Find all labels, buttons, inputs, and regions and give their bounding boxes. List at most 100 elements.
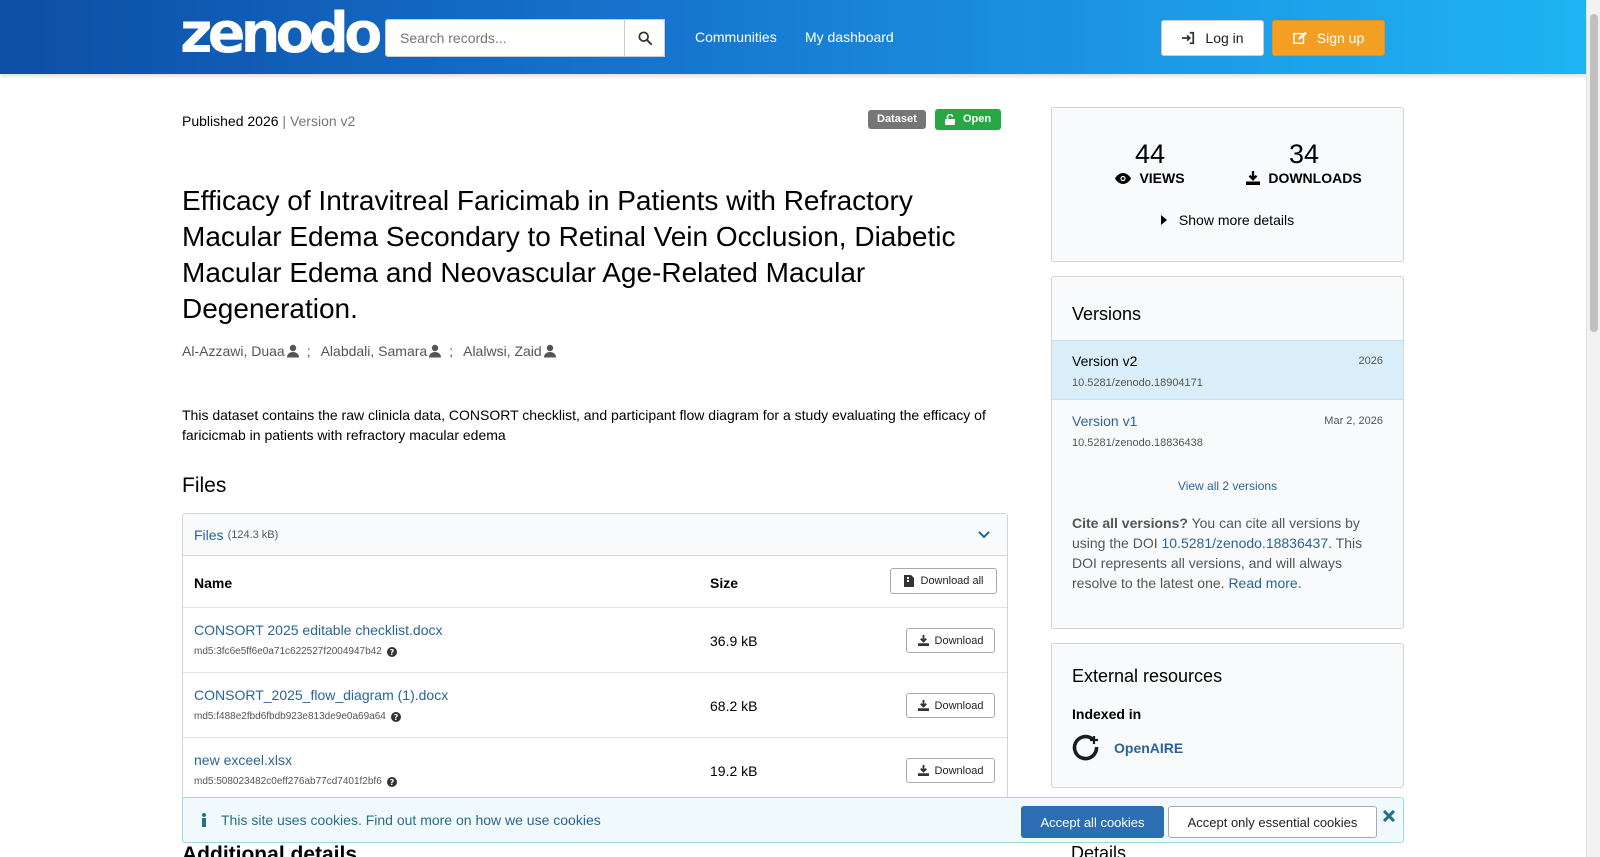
download-button[interactable]: Download (906, 693, 995, 718)
download-icon (917, 635, 929, 646)
stats-card: 44 VIEWS 34 DOWNLOADS Show more details (1051, 107, 1404, 262)
file-link[interactable]: CONSORT 2025 editable checklist.docx (194, 622, 443, 638)
download-button[interactable]: Download (906, 628, 995, 653)
file-size: 19.2 kB (710, 763, 758, 779)
author-separator: ; (449, 343, 454, 359)
external-resources-heading: External resources (1072, 666, 1223, 686)
search-input[interactable] (385, 19, 665, 57)
views-label: VIEWS (1070, 170, 1230, 186)
file-archive-icon (903, 575, 914, 587)
resource-type-badge: Dataset (868, 110, 926, 129)
publication-info: Published 2026 | Version v2 (182, 113, 355, 129)
download-all-button[interactable]: Download all (890, 568, 997, 594)
version-name: Version v2 (1072, 353, 1138, 369)
scrollbar-thumb[interactable] (1590, 14, 1598, 332)
user-icon (543, 344, 556, 358)
checksum-text: md5:3fc6e5ff6e0a71c622527f2004947b42 (194, 646, 382, 657)
downloads-label-text: DOWNLOADS (1268, 170, 1362, 186)
question-circle-icon[interactable]: ? (386, 646, 397, 657)
nav-my-dashboard[interactable]: My dashboard (805, 29, 894, 45)
files-panel-label: Files (194, 526, 224, 543)
files-panel-header[interactable]: Files (124.3 kB) (183, 514, 1007, 556)
view-all-versions-link[interactable]: View all 2 versions (1052, 479, 1403, 493)
author-name: Al-Azzawi, Duaa (182, 343, 285, 359)
indexed-in-label: Indexed in (1072, 706, 1142, 722)
download-icon (917, 700, 929, 711)
chevron-down-icon[interactable] (978, 530, 990, 540)
download-label: Download (934, 634, 984, 647)
nav-communities[interactable]: Communities (695, 29, 777, 45)
record-title: Efficacy of Intravitreal Faricimab in Pa… (182, 185, 956, 324)
info-icon (202, 813, 206, 827)
file-checksum: md5:508023482c0eff276ab77cd7401f2bf6 ? (194, 776, 397, 787)
download-icon (917, 765, 929, 776)
author-item[interactable]: Alabdali, Samara (321, 343, 443, 359)
read-more-link[interactable]: Read more. (1228, 575, 1301, 591)
file-checksum: md5:f488e2fbd6fbdb923e813de9e0a69a64 ? (194, 711, 401, 722)
download-button[interactable]: Download (906, 758, 995, 783)
author-name: Alalwsi, Zaid (463, 343, 542, 359)
page-scrollbar[interactable] (1586, 0, 1600, 857)
files-heading: Files (182, 474, 227, 497)
version-label: | Version v2 (282, 113, 356, 129)
question-circle-icon[interactable]: ? (390, 711, 401, 722)
downloads-count: 34 (1288, 139, 1320, 169)
close-icon[interactable] (1383, 810, 1395, 822)
author-item[interactable]: Alalwsi, Zaid (463, 343, 557, 359)
openaire-label: OpenAIRE (1114, 740, 1184, 756)
author-item[interactable]: Al-Azzawi, Duaa (182, 343, 300, 359)
record-description: This dataset contains the raw clinicla d… (182, 407, 986, 443)
svg-text:?: ? (389, 778, 394, 787)
question-circle-icon[interactable]: ? (386, 776, 397, 787)
top-navbar: zenodo Communities My dashboard Log in S… (0, 0, 1586, 74)
author-name: Alabdali, Samara (320, 343, 428, 359)
checksum-text: md5:508023482c0eff276ab77cd7401f2bf6 (194, 776, 382, 787)
file-link[interactable]: new exceel.xlsx (194, 752, 292, 768)
svg-text:?: ? (389, 648, 394, 657)
column-name: Name (194, 575, 233, 591)
column-size: Size (710, 575, 739, 591)
accept-all-cookies-button[interactable]: Accept all cookies (1021, 806, 1164, 838)
user-icon (286, 344, 299, 358)
access-label: Open (963, 113, 992, 125)
openaire-link[interactable]: OpenAIRE (1072, 734, 1183, 762)
cookie-message: This site uses cookies. Find out more on… (201, 812, 601, 828)
search-button[interactable] (624, 19, 665, 57)
table-row: CONSORT 2025 editable checklist.docx md5… (183, 608, 1007, 673)
eye-icon (1115, 172, 1132, 184)
cookie-banner: This site uses cookies. Find out more on… (182, 797, 1404, 843)
version-item-v2[interactable]: Version v2 2026 10.5281/zenodo.18904171 (1052, 340, 1403, 400)
views-label-text: VIEWS (1139, 170, 1185, 186)
signup-button[interactable]: Sign up (1272, 20, 1385, 56)
version-doi: 10.5281/zenodo.18904171 (1072, 377, 1203, 389)
user-icon (429, 344, 442, 358)
files-total-size: (124.3 kB) (227, 528, 279, 541)
svg-text:?: ? (394, 713, 399, 722)
download-icon (1246, 171, 1261, 185)
concept-doi-link[interactable]: 10.5281/zenodo.18836437 (1162, 535, 1329, 551)
author-separator: ; (306, 343, 311, 359)
downloads-label: DOWNLOADS (1224, 170, 1384, 186)
download-label: Download (934, 699, 984, 712)
version-item-v1[interactable]: Version v1 Mar 2, 2026 10.5281/zenodo.18… (1052, 401, 1403, 461)
checksum-text: md5:f488e2fbd6fbdb923e813de9e0a69a64 (194, 711, 386, 722)
version-link[interactable]: Version v1 (1072, 413, 1137, 429)
show-more-details-toggle[interactable]: Show more details (1052, 212, 1403, 228)
version-date: 2026 (1358, 355, 1383, 367)
versions-heading: Versions (1072, 304, 1142, 324)
cookie-policy-link[interactable]: how we use cookies (475, 812, 600, 828)
show-more-label: Show more details (1178, 212, 1295, 228)
signup-label: Sign up (1316, 30, 1365, 46)
unlock-icon (945, 114, 955, 125)
file-link[interactable]: CONSORT_2025_flow_diagram (1).docx (194, 687, 448, 703)
login-label: Log in (1205, 30, 1244, 46)
zenodo-logo[interactable]: zenodo (180, 6, 382, 62)
login-button[interactable]: Log in (1161, 20, 1264, 56)
openaire-logo-icon (1072, 734, 1099, 761)
accept-essential-cookies-button[interactable]: Accept only essential cookies (1168, 806, 1377, 838)
table-row: CONSORT_2025_flow_diagram (1).docx md5:f… (183, 673, 1007, 738)
files-panel: Files (124.3 kB) Name Size Download all … (182, 513, 1008, 803)
files-table-header: Name Size Download all (183, 556, 1007, 608)
published-date: Published 2026 (182, 113, 279, 129)
table-row: new exceel.xlsx md5:508023482c0eff276ab7… (183, 738, 1007, 802)
